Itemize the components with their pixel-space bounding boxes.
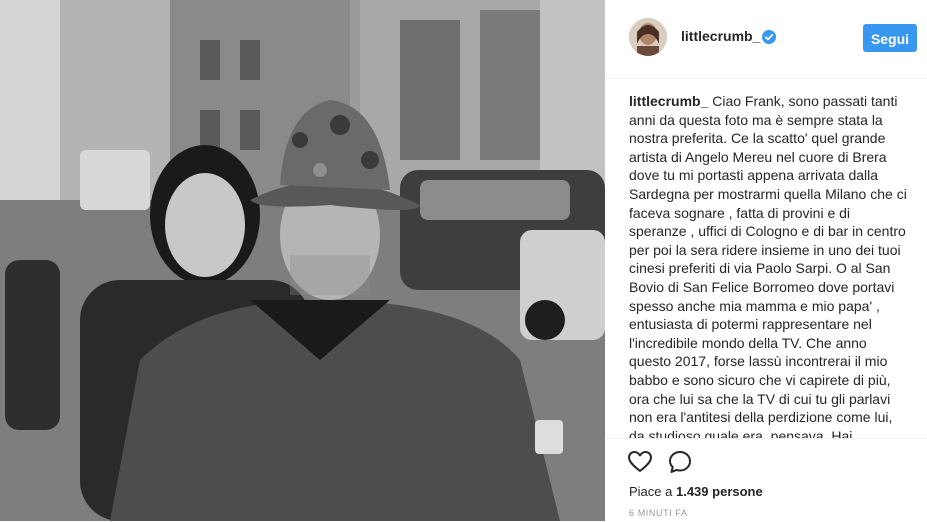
likes-suffix: persone [708, 484, 763, 499]
photo-illustration [0, 0, 605, 521]
post-timestamp[interactable]: 6 MINUTI FA [629, 508, 688, 518]
post-actions: Piace a 1.439 persone 6 MINUTI FA [605, 438, 927, 522]
comment-icon[interactable] [667, 449, 693, 475]
likes-prefix: Piace a [629, 484, 676, 499]
post-sidebar: littlecrumb_ Segui littlecrumb_ Ciao Fra… [605, 0, 927, 521]
follow-button[interactable]: Segui [863, 24, 917, 52]
post-photo[interactable] [0, 0, 605, 521]
heart-icon[interactable] [627, 449, 653, 475]
likes-number: 1.439 [675, 484, 709, 499]
post-header: littlecrumb_ Segui [605, 0, 927, 79]
caption-username-link[interactable]: littlecrumb_ [629, 93, 708, 109]
post-caption: littlecrumb_ Ciao Frank, sono passati ta… [629, 92, 911, 438]
likes-count[interactable]: Piace a 1.439 persone [629, 484, 763, 499]
username-link[interactable]: littlecrumb_ [681, 28, 760, 44]
verified-badge-icon [762, 30, 776, 44]
caption-text: Ciao Frank, sono passati tanti anni da q… [629, 93, 907, 438]
avatar[interactable] [629, 18, 667, 56]
